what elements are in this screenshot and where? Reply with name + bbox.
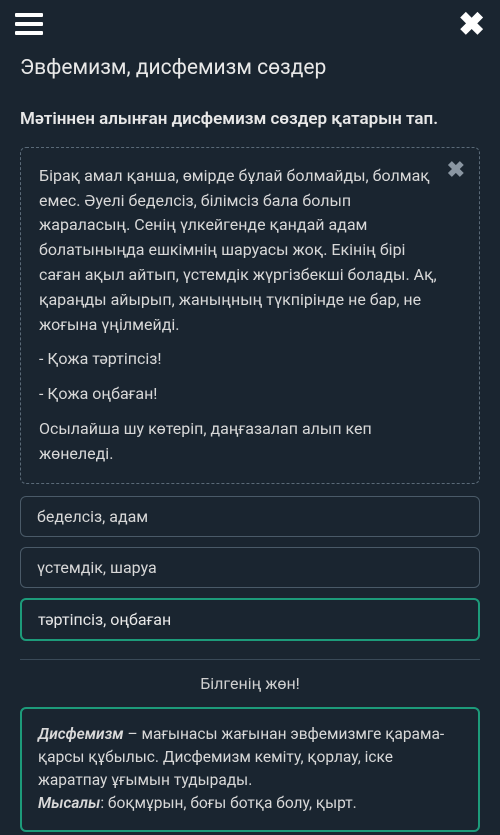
passage-text: Бірақ амал қанша, өмірде бұлай болмайды,… (39, 164, 461, 467)
option-label: тәртіпсіз, оңбаған (38, 610, 171, 629)
option-label: үстемдік, шаруа (37, 558, 157, 577)
passage-paragraph: Осылайша шу көтеріп, даңғазалап алып кеп… (39, 417, 437, 467)
divider (20, 659, 480, 660)
passage-paragraph: - Қожа тәртіпсіз! (39, 347, 437, 372)
info-card: Дисфемизм – мағынасы жағынан эвфемизмге … (20, 707, 480, 832)
answer-option[interactable]: беделсіз, адам (20, 496, 480, 537)
option-label: беделсіз, адам (37, 507, 148, 526)
answer-option-correct[interactable]: тәртіпсіз, оңбаған (20, 598, 480, 641)
page-title: Эвфемизм, дисфемизм сөздер (0, 48, 500, 98)
close-icon[interactable]: ✖ (458, 8, 485, 40)
info-term: Дисфемизм (38, 725, 124, 743)
passage-card: ✖ Бірақ амал қанша, өмірде бұлай болмайд… (20, 147, 480, 484)
instruction-text: Мәтіннен алынған дисфемизм сөздер қатары… (0, 98, 500, 147)
info-term: Мысалы (38, 794, 100, 812)
info-def: : боқмұрын, боғы ботқа болу, қырт. (100, 794, 356, 812)
answer-option[interactable]: үстемдік, шаруа (20, 547, 480, 588)
options-list: беделсіз, адам үстемдік, шаруа тәртіпсіз… (0, 496, 500, 641)
hamburger-menu-icon[interactable] (15, 13, 43, 35)
header-bar: ✖ (0, 0, 500, 48)
passage-paragraph: - Қожа оңбаған! (39, 382, 437, 407)
hint-title: Білгенің жөн! (0, 674, 500, 693)
passage-paragraph: Бірақ амал қанша, өмірде бұлай болмайды,… (39, 164, 437, 338)
passage-close-icon[interactable]: ✖ (447, 160, 465, 182)
